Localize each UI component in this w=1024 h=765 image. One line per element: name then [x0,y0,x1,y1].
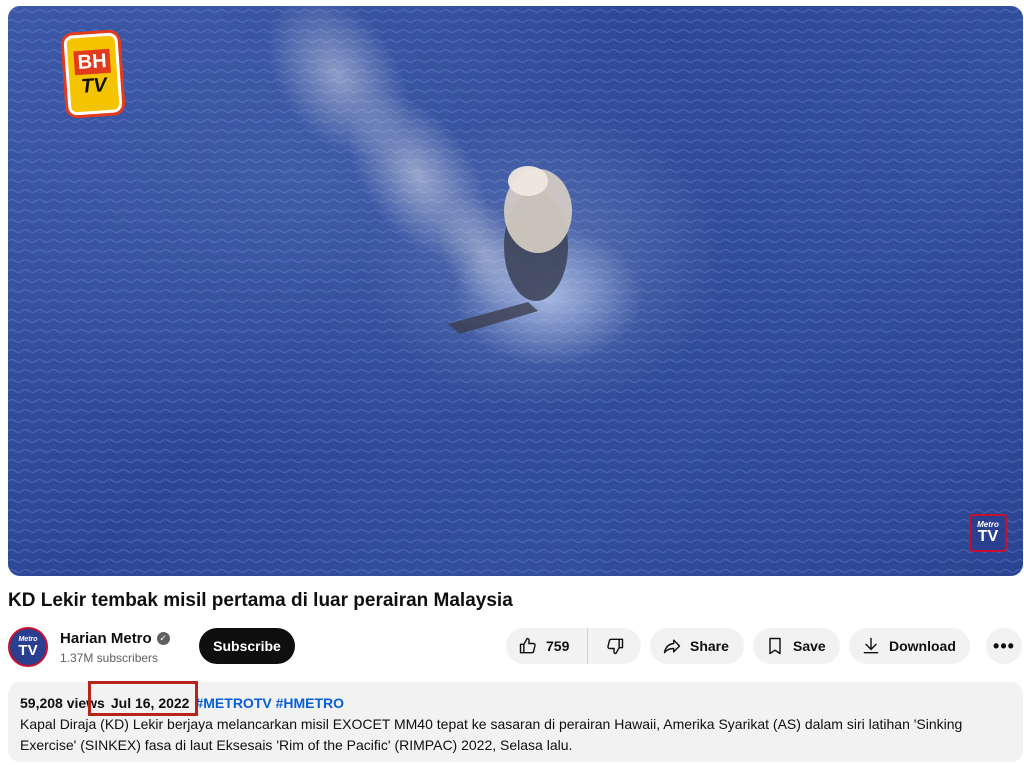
metro-tv-watermark: Metro TV [969,514,1007,552]
save-button[interactable]: Save [753,628,840,664]
date-highlight-annotation [88,681,198,716]
video-frame [8,6,1023,576]
channel-name-link[interactable]: Harian Metro ✓ [60,630,170,647]
like-dislike-group: 759 [506,628,641,664]
dislike-icon [606,638,623,655]
description-text: Kapal Diraja (KD) Lekir berjaya melancar… [20,716,963,753]
video-player[interactable]: BH TV Metro TV [8,6,1023,576]
verified-icon: ✓ [156,632,170,645]
channel-row: Metro TV Harian Metro ✓ 1.37M subscriber… [8,625,1023,669]
download-icon [863,637,879,654]
hashtags[interactable]: #METROTV #HMETRO [195,693,344,714]
more-icon: ••• [993,635,1015,656]
share-button[interactable]: Share [650,628,744,664]
save-icon [769,637,781,655]
like-button[interactable]: 759 [506,628,588,664]
like-count: 759 [546,638,570,654]
subscriber-count: 1.37M subscribers [60,651,159,665]
share-icon [663,639,681,654]
bh-tv-logo: BH TV [63,32,123,116]
like-icon [519,637,536,654]
channel-name[interactable]: Harian Metro [60,630,152,647]
more-actions-button[interactable]: ••• [986,628,1022,664]
subscribe-button[interactable]: Subscribe [199,628,295,664]
download-button[interactable]: Download [849,628,970,664]
channel-avatar[interactable]: Metro TV [8,627,48,667]
video-title: KD Lekir tembak misil pertama di luar pe… [8,590,513,611]
dislike-button[interactable] [588,628,641,664]
